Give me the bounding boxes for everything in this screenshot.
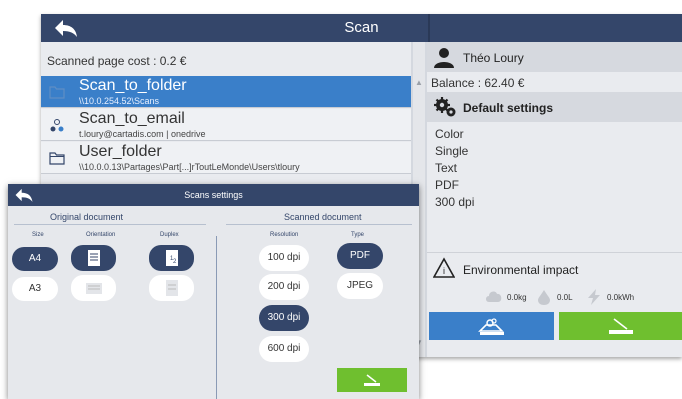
resolution-200-button[interactable]: 200 dpi	[259, 274, 309, 300]
lightning-icon	[588, 289, 600, 305]
dialog-title-bar: Scans settings	[8, 184, 419, 206]
user-avatar-icon	[434, 48, 454, 68]
default-settings-title: Default settings	[463, 101, 554, 115]
window-title: Scan	[344, 19, 379, 36]
size-a4-button[interactable]: A4	[12, 247, 58, 271]
section-divider	[226, 224, 412, 225]
default-content-type: Text	[435, 161, 458, 175]
svg-text:i: i	[443, 266, 445, 276]
folder-icon	[49, 86, 65, 99]
default-settings-list: Color Single Text PDF 300 dpi	[435, 126, 474, 211]
start-scan-button[interactable]	[559, 312, 682, 340]
energy-value: 0.0kWh	[607, 293, 635, 302]
gears-icon	[434, 97, 456, 117]
environmental-impact-header: i Environmental impact	[427, 252, 682, 282]
section-divider	[14, 224, 206, 225]
single-sided-icon: 1 2	[165, 250, 178, 266]
orientation-landscape-button[interactable]	[71, 275, 116, 301]
workflow-item-scan-to-email[interactable]: Scan_to_email t.loury@cartadis.com | one…	[41, 109, 411, 141]
page-cost-label: Scanned page cost : 0.2 €	[47, 54, 187, 68]
scans-settings-dialog: Scans settings Original document Scanned…	[8, 184, 419, 399]
default-color-mode: Color	[435, 127, 464, 141]
user-header: Théo Loury	[427, 42, 682, 72]
original-document-title: Original document	[50, 212, 124, 222]
confirm-scan-button[interactable]	[337, 368, 407, 392]
settings-summary-pane: Théo Loury Balance : 62.40 € Default set…	[427, 42, 682, 357]
resolution-300-button[interactable]: 300 dpi	[259, 305, 309, 331]
default-resolution: 300 dpi	[435, 195, 475, 209]
default-duplex: Single	[435, 144, 469, 158]
orientation-portrait-button[interactable]	[71, 245, 116, 271]
balance-label: Balance : 62.40 €	[431, 76, 525, 90]
default-file-type: PDF	[435, 178, 459, 192]
water-drop-icon	[538, 290, 550, 305]
size-a3-button[interactable]: A3	[12, 277, 58, 301]
title-bar: Scan	[41, 14, 682, 42]
user-name: Théo Loury	[463, 51, 524, 65]
co2-value: 0.0kg	[507, 293, 527, 302]
duplex-single-button[interactable]: 1 2	[149, 245, 194, 271]
workflow-path: \\10.0.0.13\Partages\Part[...]rToutLeMon…	[79, 162, 300, 172]
default-settings-header: Default settings	[427, 92, 682, 122]
scanned-document-title: Scanned document	[284, 212, 362, 222]
environmental-stats: 0.0kg 0.0L 0.0kWh	[427, 287, 682, 309]
workflow-name: User_folder	[79, 143, 162, 160]
dialog-title: Scans settings	[184, 190, 243, 200]
resolution-100-button[interactable]: 100 dpi	[259, 245, 309, 271]
resolution-column-label: Resolution	[270, 232, 299, 238]
scanner-icon	[608, 318, 633, 334]
environmental-impact-title: Environmental impact	[463, 263, 579, 277]
workflow-path: t.loury@cartadis.com | onedrive	[79, 129, 206, 139]
duplex-double-button[interactable]	[149, 275, 194, 301]
double-sided-icon	[165, 280, 178, 296]
title-divider	[428, 14, 430, 42]
resolution-600-button[interactable]: 600 dpi	[259, 336, 309, 362]
orientation-column-label: Orientation	[86, 232, 116, 238]
folder-icon	[49, 152, 65, 165]
workflow-name: Scan_to_email	[79, 110, 185, 127]
co2-cloud-icon	[486, 291, 502, 302]
environment-warning-icon: i	[433, 257, 455, 278]
type-jpeg-button[interactable]: JPEG	[337, 273, 383, 299]
duplex-column-label: Duplex	[160, 232, 179, 238]
section-vertical-divider	[216, 236, 217, 399]
scanner-icon	[364, 374, 380, 386]
settings-button[interactable]	[429, 312, 554, 340]
type-column-label: Type	[351, 232, 365, 238]
type-pdf-button[interactable]: PDF	[337, 243, 383, 269]
scanner-settings-icon	[477, 318, 504, 335]
workflow-item-user-folder[interactable]: User_folder \\10.0.0.13\Partages\Part[..…	[41, 142, 411, 174]
portrait-page-icon	[87, 250, 100, 266]
workflow-item-scan-to-folder[interactable]: Scan_to_folder \\10.0.254.52\Scans	[41, 76, 411, 108]
water-value: 0.0L	[557, 293, 573, 302]
landscape-page-icon	[85, 283, 102, 294]
workflow-name: Scan_to_folder	[79, 77, 187, 94]
mail-icon	[50, 119, 64, 132]
size-column-label: Size	[32, 232, 44, 238]
workflow-path: \\10.0.254.52\Scans	[79, 96, 160, 106]
scroll-up-arrow-icon[interactable]: ▲	[415, 78, 423, 87]
